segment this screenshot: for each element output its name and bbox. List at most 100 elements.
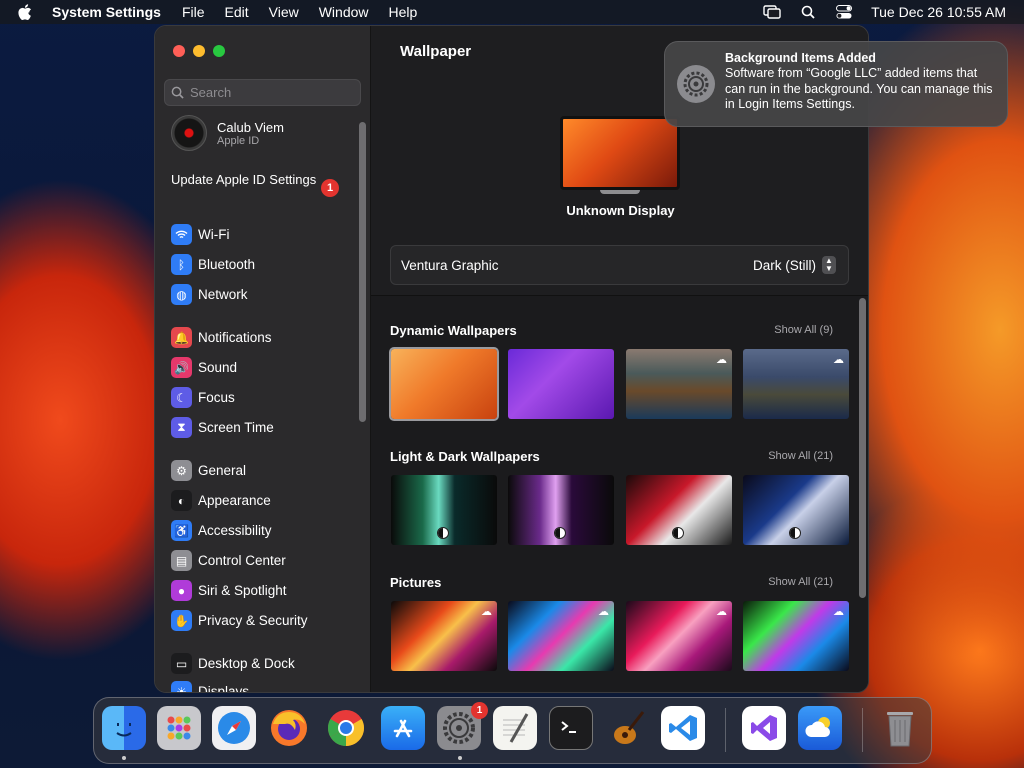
notification-banner[interactable]: Background Items Added Software from “Go… — [664, 41, 1008, 127]
sidebar-item-accessibility[interactable]: ♿ Accessibility — [171, 520, 272, 541]
wallpaper-thumbnail[interactable] — [626, 475, 732, 545]
menu-window[interactable]: Window — [319, 4, 369, 20]
notification-title: Background Items Added — [725, 51, 876, 65]
update-apple-id-item[interactable]: Update Apple ID Settings — [171, 172, 346, 188]
light-dark-icon — [437, 527, 449, 539]
apple-id-account[interactable]: Calub Viem Apple ID — [171, 115, 284, 151]
display-preview — [560, 116, 680, 190]
show-all-dynamic-button[interactable]: Show All (9) — [774, 324, 833, 336]
download-cloud-icon[interactable]: ☁ — [481, 605, 492, 618]
firefox-icon[interactable] — [267, 706, 311, 750]
wallpaper-thumbnail[interactable]: ☁ — [626, 601, 732, 671]
sidebar-item-sound[interactable]: 🔊 Sound — [171, 357, 237, 378]
spotlight-search-icon[interactable] — [795, 0, 821, 24]
sidebar-item-privacy-security[interactable]: ✋ Privacy & Security — [171, 610, 308, 631]
garageband-icon[interactable] — [605, 706, 649, 750]
wallpaper-thumbnail[interactable]: ☁ — [391, 601, 497, 671]
search-field[interactable]: Search — [164, 79, 361, 106]
sidebar-item-bluetooth[interactable]: ᛒ Bluetooth — [171, 254, 255, 275]
menu-edit[interactable]: Edit — [225, 4, 249, 20]
screen-mirroring-icon[interactable] — [759, 0, 785, 24]
launchpad-icon[interactable] — [157, 706, 201, 750]
wallpaper-thumbnail[interactable]: ☁ — [743, 601, 849, 671]
content-scrollbar[interactable] — [859, 298, 866, 598]
chrome-icon[interactable] — [324, 706, 368, 750]
sidebar-item-label: Appearance — [198, 493, 271, 508]
download-cloud-icon[interactable]: ☁ — [598, 605, 609, 618]
trash-icon[interactable] — [878, 706, 922, 750]
bluetooth-icon: ᛒ — [171, 254, 192, 275]
current-wallpaper-row: Ventura Graphic Dark (Still) ▲ ▼ — [390, 245, 849, 285]
menu-help[interactable]: Help — [389, 4, 418, 20]
sidebar-item-network[interactable]: ◍ Network — [171, 284, 248, 305]
show-all-pictures-button[interactable]: Show All (21) — [768, 576, 833, 588]
sidebar-item-wi-fi[interactable]: Wi-Fi — [171, 224, 229, 245]
wallpaper-thumbnail[interactable]: ☁ — [743, 349, 849, 419]
sidebar-item-displays[interactable]: ☀ Displays — [171, 681, 249, 692]
download-cloud-icon[interactable]: ☁ — [833, 353, 844, 366]
wallpaper-thumbnail[interactable] — [743, 475, 849, 545]
dock-separator — [725, 708, 726, 752]
download-cloud-icon[interactable]: ☁ — [716, 605, 727, 618]
minimize-button[interactable] — [193, 45, 205, 57]
system-settings-badge: 1 — [471, 702, 488, 719]
close-button[interactable] — [173, 45, 185, 57]
wallpaper-thumbnail[interactable] — [508, 349, 614, 419]
app-store-icon[interactable] — [381, 706, 425, 750]
sidebar-scrollbar[interactable] — [359, 122, 366, 422]
sidebar-item-label: Siri & Spotlight — [198, 583, 287, 598]
vscode-icon[interactable] — [661, 706, 705, 750]
account-subtitle: Apple ID — [217, 134, 260, 147]
sidebar-item-focus[interactable]: ☾ Focus — [171, 387, 235, 408]
finder-icon[interactable] — [102, 706, 146, 750]
hourglass-icon: ⧗ — [171, 417, 192, 438]
sidebar-item-notifications[interactable]: 🔔 Notifications — [171, 327, 272, 348]
sidebar-item-label: Privacy & Security — [198, 613, 308, 628]
sidebar-item-siri-spotlight[interactable]: ● Siri & Spotlight — [171, 580, 287, 601]
dock: 1 — [93, 697, 932, 764]
sidebar: Search Calub Viem Apple ID Update Apple … — [155, 26, 371, 692]
window-controls — [173, 45, 225, 57]
settings-gear-icon — [677, 65, 715, 103]
dock-separator — [862, 708, 863, 752]
visual-studio-icon[interactable] — [742, 706, 786, 750]
menu-bar-clock[interactable]: Tue Dec 26 10:55 AM — [871, 4, 1006, 20]
sidebar-item-screen-time[interactable]: ⧗ Screen Time — [171, 417, 274, 438]
menu-app-name[interactable]: System Settings — [52, 4, 161, 20]
sidebar-item-general[interactable]: ⚙ General — [171, 460, 246, 481]
download-cloud-icon[interactable]: ☁ — [716, 353, 727, 366]
apple-menu-icon[interactable] — [18, 4, 32, 20]
zoom-button[interactable] — [213, 45, 225, 57]
menu-view[interactable]: View — [269, 4, 299, 20]
safari-icon[interactable] — [212, 706, 256, 750]
gear-icon: ⚙ — [171, 460, 192, 481]
display-stand — [600, 190, 640, 194]
control-center-icon[interactable] — [831, 0, 857, 24]
moon-icon: ☾ — [171, 387, 192, 408]
show-all-light-dark-button[interactable]: Show All (21) — [768, 450, 833, 462]
sidebar-item-appearance[interactable]: ◐ Appearance — [171, 490, 271, 511]
wallpaper-name: Ventura Graphic — [401, 257, 499, 273]
globe-icon: ◍ — [171, 284, 192, 305]
wallpaper-thumbnail[interactable]: ☁ — [508, 601, 614, 671]
speaker-icon: 🔊 — [171, 357, 192, 378]
wallpaper-thumbnail[interactable] — [508, 475, 614, 545]
control-center-icon: ▤ — [171, 550, 192, 571]
running-indicator — [122, 756, 126, 760]
menu-bar: System Settings File Edit View Window He… — [0, 0, 1024, 24]
avatar — [171, 115, 207, 151]
wallpaper-thumbnail[interactable]: ☁ — [626, 349, 732, 419]
wallpaper-thumbnail[interactable] — [391, 475, 497, 545]
menu-file[interactable]: File — [182, 4, 205, 20]
wallpaper-mode-select[interactable]: Dark (Still) ▲ ▼ — [753, 256, 836, 274]
light-dark-icon — [672, 527, 684, 539]
wallpaper-mode-value: Dark (Still) — [753, 257, 816, 273]
sidebar-item-control-center[interactable]: ▤ Control Center — [171, 550, 286, 571]
wallpaper-thumbnail[interactable] — [389, 347, 499, 421]
download-cloud-icon[interactable]: ☁ — [833, 605, 844, 618]
weather-icon[interactable] — [798, 706, 842, 750]
page-title: Wallpaper — [400, 43, 472, 60]
sidebar-item-desktop-dock[interactable]: ▭ Desktop & Dock — [171, 653, 295, 674]
terminal-icon[interactable] — [549, 706, 593, 750]
textedit-icon[interactable] — [493, 706, 537, 750]
